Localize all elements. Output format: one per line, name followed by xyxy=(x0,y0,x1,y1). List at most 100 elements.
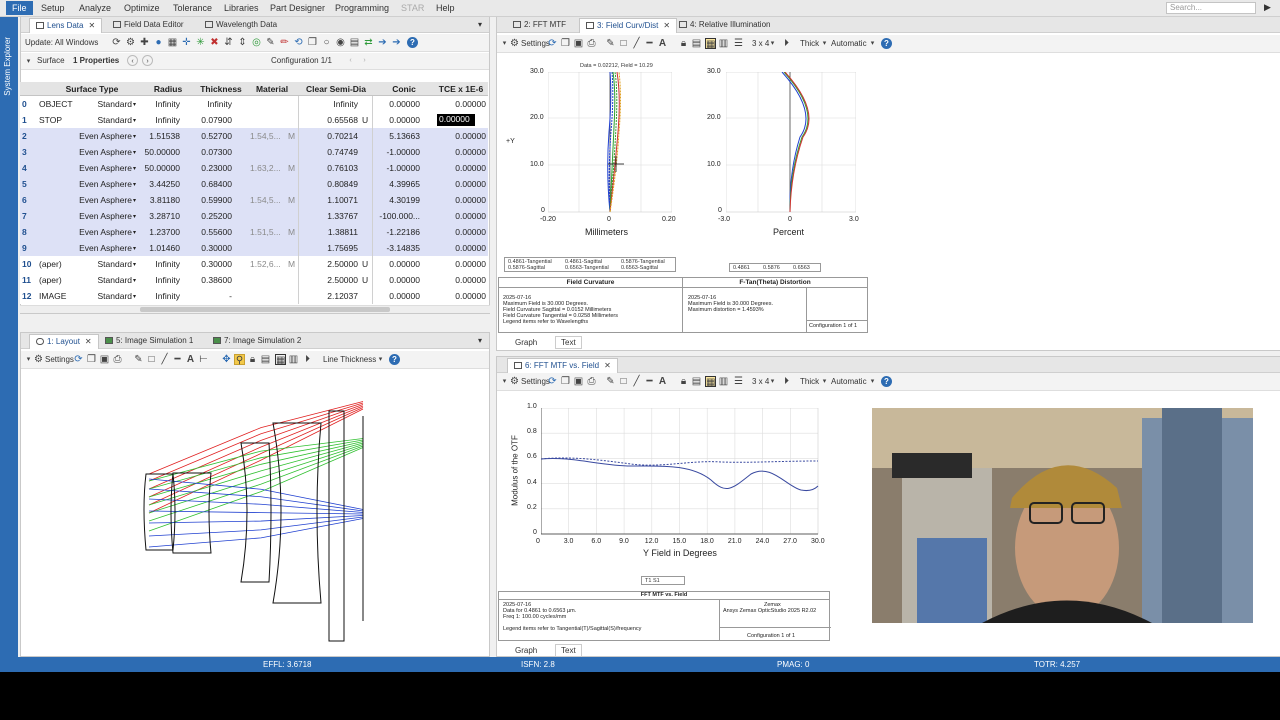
menu-libraries[interactable]: Libraries xyxy=(224,3,259,13)
tab-menu-chevron-icon[interactable]: ▾ xyxy=(476,18,484,33)
menu-analyze[interactable]: Analyze xyxy=(79,3,111,13)
table-cell[interactable]: 0.00000 xyxy=(372,275,420,285)
table-cell[interactable]: 0.00000 xyxy=(434,211,486,221)
table-cell[interactable]: 0.07300 xyxy=(196,147,232,157)
material-solve-flag[interactable]: M xyxy=(288,131,295,141)
scrollbar-thumb[interactable] xyxy=(140,307,390,312)
table-cell[interactable]: Even Asphere xyxy=(70,147,132,157)
copy-icon[interactable]: ❐ xyxy=(307,37,318,48)
table-cell[interactable]: Standard xyxy=(70,275,133,285)
table-cell[interactable]: 3.81180 xyxy=(144,195,180,205)
table-cell[interactable]: 3.28710 xyxy=(144,211,180,221)
table-cell[interactable]: -1.22186 xyxy=(372,227,420,237)
table-cell[interactable]: 0.00000 xyxy=(434,243,486,253)
table-row[interactable]: 6 Even Asphere 3.81180 0.59900 1.54,5... 1.10… xyxy=(20,192,488,208)
play-icon[interactable]: ⏵ xyxy=(302,354,313,365)
table-cell[interactable]: 0.00000 xyxy=(434,195,486,205)
menu-tolerance[interactable]: Tolerance xyxy=(173,3,212,13)
table-cell[interactable]: 50.00000 xyxy=(144,163,180,173)
pencil-icon[interactable]: ✎ xyxy=(605,376,616,387)
next-config-icon[interactable]: › xyxy=(359,55,370,66)
table-cell[interactable]: 12 xyxy=(22,291,38,301)
column-header[interactable]: Clear Semi-Dia xyxy=(300,84,372,94)
surface-type-dropdown-icon[interactable]: ▾ xyxy=(133,133,136,140)
table-cell[interactable]: 0.30000 xyxy=(196,259,232,269)
target-icon[interactable]: ◎ xyxy=(251,37,262,48)
line-thickness-dropdown[interactable]: Line Thickness xyxy=(323,355,376,364)
thick-dropdown[interactable]: Thick xyxy=(800,39,819,48)
dash-icon[interactable]: ━ xyxy=(172,354,183,365)
table-cell[interactable]: 1.52,6... xyxy=(250,259,284,269)
semi-dia-solve-flag[interactable]: U xyxy=(362,259,368,269)
table-row[interactable]: 3 Even Asphere 50.00000 0.07300 0.74749 -1.00… xyxy=(20,144,488,160)
table-cell[interactable]: 2.12037 xyxy=(300,291,358,301)
surface-type-dropdown-icon[interactable]: ▾ xyxy=(133,229,136,236)
menu-help[interactable]: Help xyxy=(436,3,455,13)
table-cell[interactable]: 1.01460 xyxy=(144,243,180,253)
pencil-icon[interactable]: ✎ xyxy=(605,38,616,49)
tab-lens-data[interactable]: Lens Data ✕ xyxy=(29,18,103,33)
table-row[interactable]: 5 Even Asphere 3.44250 0.68400 0.80849 4.3996… xyxy=(20,176,488,192)
automatic-dropdown[interactable]: Automatic xyxy=(831,377,867,386)
surface-type-dropdown-icon[interactable]: ▾ xyxy=(133,213,136,220)
table-cell[interactable]: 0.25200 xyxy=(196,211,232,221)
table-cell[interactable]: 11 xyxy=(22,275,38,285)
surface-type-dropdown-icon[interactable]: ▾ xyxy=(133,197,136,204)
semi-dia-solve-flag[interactable]: U xyxy=(362,115,368,125)
line-icon[interactable]: ╱ xyxy=(631,38,642,49)
table-cell[interactable]: 4 xyxy=(22,163,38,173)
surface-type-dropdown-icon[interactable]: ▾ xyxy=(133,101,136,108)
material-solve-flag[interactable]: M xyxy=(288,259,295,269)
pencil-icon[interactable]: ✎ xyxy=(133,354,144,365)
save-icon[interactable]: ▣ xyxy=(99,354,110,365)
refresh-icon[interactable]: ⟳ xyxy=(547,38,558,49)
table-cell[interactable]: 1.51,5... xyxy=(250,227,284,237)
column-header[interactable]: Thickness xyxy=(196,84,246,94)
table-cell[interactable]: Infinity xyxy=(144,291,180,301)
surface-type-dropdown-icon[interactable]: ▾ xyxy=(133,117,136,124)
table-cell[interactable]: 4.30199 xyxy=(372,195,420,205)
table-cell[interactable]: - xyxy=(196,291,232,301)
table-cell[interactable]: Infinity xyxy=(144,115,180,125)
table-cell[interactable]: 0.00000 xyxy=(434,275,486,285)
table-cell[interactable]: 4.39965 xyxy=(372,179,420,189)
horizontal-scrollbar[interactable] xyxy=(20,305,490,313)
lock-icon[interactable]: ◉ xyxy=(335,37,346,48)
table-cell[interactable]: 5.13663 xyxy=(372,131,420,141)
table-cell[interactable]: 3 xyxy=(22,147,38,157)
menu-optimize[interactable]: Optimize xyxy=(124,3,160,13)
table-cell[interactable]: 1.10071 xyxy=(300,195,358,205)
help-icon[interactable]: ? xyxy=(389,354,400,365)
material-solve-flag[interactable]: M xyxy=(288,227,295,237)
print-icon[interactable]: ⎙ xyxy=(586,376,597,387)
table-cell[interactable]: 0 xyxy=(22,99,38,109)
surface-type-dropdown-icon[interactable]: ▾ xyxy=(133,261,136,268)
grid-icon[interactable]: ▦ xyxy=(705,376,716,388)
table-row[interactable]: 0 OBJECT Standard Infinity Infinity Infinity 0… xyxy=(20,96,488,112)
table-cell[interactable]: Even Asphere xyxy=(70,211,132,221)
table-cell[interactable]: Even Asphere xyxy=(70,195,132,205)
table-cell[interactable]: 0.23000 xyxy=(196,163,232,173)
export-icon[interactable]: ▤ xyxy=(691,376,702,387)
chevron-down-icon[interactable]: ▾ xyxy=(819,376,830,387)
dimension-icon[interactable]: ⊢ xyxy=(198,354,209,365)
settings-icon[interactable]: ⚙ xyxy=(33,354,44,365)
circle-icon[interactable]: ○ xyxy=(321,37,332,48)
tab-text[interactable]: Text xyxy=(555,644,582,657)
save-icon[interactable]: ▣ xyxy=(573,376,584,387)
table-cell[interactable]: Even Asphere xyxy=(70,163,132,173)
chevron-down-icon[interactable]: ▾ xyxy=(767,38,778,49)
column-header[interactable]: Conic xyxy=(374,84,434,94)
close-icon[interactable]: ✕ xyxy=(663,21,670,30)
semi-dia-solve-flag[interactable]: U xyxy=(362,275,368,285)
update-dropdown[interactable]: Update: All Windows xyxy=(25,38,98,47)
prev-config-icon[interactable]: ‹ xyxy=(345,55,356,66)
table-cell[interactable]: Even Asphere xyxy=(70,131,132,141)
surface-type-dropdown-icon[interactable]: ▾ xyxy=(133,181,136,188)
settings-icon[interactable]: ⚙ xyxy=(509,376,520,387)
tab-fft-mtf[interactable]: 2: FFT MTF xyxy=(507,18,572,33)
table-cell[interactable]: 5 xyxy=(22,179,38,189)
ribbon-expand-icon[interactable]: ▶ xyxy=(1264,2,1271,13)
menu-programming[interactable]: Programming xyxy=(335,3,389,13)
table-cell[interactable]: Standard xyxy=(70,115,133,125)
